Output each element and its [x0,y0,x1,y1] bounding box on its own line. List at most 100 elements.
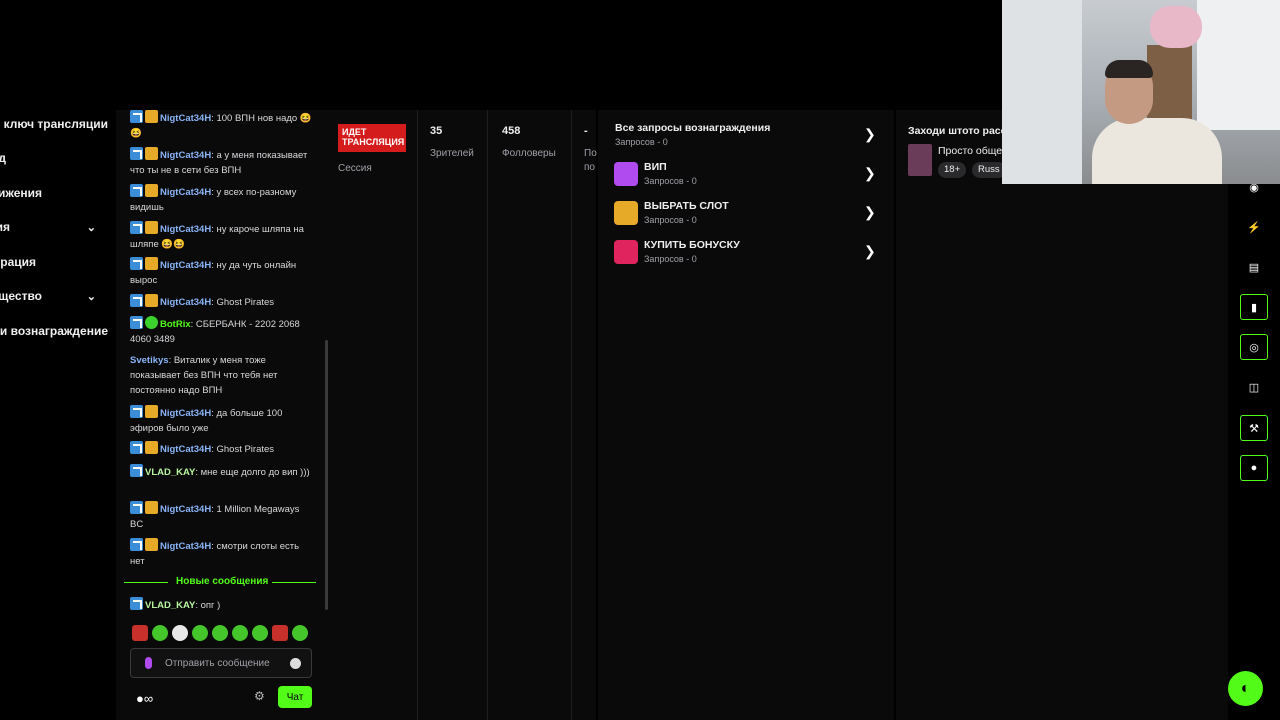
chat-input-box [130,648,312,678]
moderator-badge-icon [130,257,143,270]
right-tool-rail: ◉ ⚡ ▤ ▮ ◎ ◫ ⚒ ● [1230,110,1280,720]
chat-username[interactable]: BotRix [160,319,191,330]
chat-messages[interactable]: NigtCat34H: 100 ВПН нов надо 😆😆 NigtCat3… [116,110,326,610]
chat-username[interactable]: NigtCat34H [160,260,211,271]
stat-followers: 458 Фолловеры [488,110,572,720]
viewers-infinity: ∞ [143,691,154,706]
chat-bubble-icon[interactable]: ▮ [1240,294,1268,320]
chat-text: : опг ) [195,600,221,610]
chat-username[interactable]: NigtCat34H [160,187,211,198]
chat-username[interactable]: NigtCat34H [160,444,211,455]
document-icon[interactable]: ▤ [1240,254,1268,280]
category-thumbnail[interactable] [908,144,932,176]
chat-scrollbar[interactable] [325,340,328,610]
crown-badge-icon [145,257,158,270]
nav-item-1[interactable]: д [0,147,116,169]
chevron-right-icon: ❯ [864,165,876,181]
headset-icon: ◐ [1240,679,1251,697]
chevron-right-icon: ❯ [864,204,876,220]
emote-icon[interactable] [192,625,208,641]
tag-language[interactable]: Russ [972,162,1006,178]
users-icon[interactable]: ● [1240,455,1268,481]
chat-message-input[interactable] [165,655,285,671]
nav-item-3[interactable]: ия ⌄ [0,216,116,238]
session-label: Сессия [338,163,372,174]
moderator-badge-icon [130,501,143,514]
chat-footer: ●∞ ⚙ Чат [116,684,330,710]
broadcast-icon[interactable]: ◎ [1240,334,1268,360]
chat-message: NigtCat34H: смотри слоты есть нет [130,538,314,569]
chat-username[interactable]: NigtCat34H [160,224,211,235]
chat-send-button[interactable]: Чат [278,686,312,708]
chat-message: NigtCat34H: 100 ВПН нов надо 😆😆 [130,110,314,141]
chat-message: NigtCat34H: Ghost Pirates [130,294,314,310]
chevron-down-icon: ⌄ [86,290,96,303]
divider-line [272,582,316,583]
chat-message: NigtCat34H: у всех по-разному видишь [130,184,314,215]
chat-message: NigtCat34H: ну кароче шляпа на шляпе 😆😆 [130,221,314,252]
chevron-right-icon: ❯ [864,243,876,259]
microphone-icon[interactable] [145,657,152,669]
nav-item-moderation[interactable]: рация [0,251,116,273]
viewers-count: 35 [430,125,443,137]
chat-message: NigtCat34H: 1 Million Megaways BC [130,501,314,532]
chat-text: : мне еще долго до вип ))) [195,467,310,478]
gear-icon[interactable]: ⚙ [254,689,265,703]
stream-title: Заходи штото расс [908,125,1007,137]
emote-icon[interactable] [152,625,168,641]
emote-icon[interactable] [172,625,188,641]
chat-username[interactable]: Svetikys [130,355,169,366]
moderator-badge-icon [130,294,143,307]
users-icon[interactable]: ●∞ [136,691,153,706]
followers-label: Фолловеры [502,148,556,159]
chat-username[interactable]: NigtCat34H [160,504,211,515]
webcam-overlay [1002,0,1280,184]
support-chat-button[interactable]: ◐ [1228,671,1263,706]
chat-text: : Ghost Pirates [211,444,275,455]
emote-icon[interactable] [292,625,308,641]
nav-item-community[interactable]: щество ⌄ [0,285,116,307]
nav-item-label: ижения [0,186,42,200]
emote-icon[interactable] [212,625,228,641]
extra-value: - [584,125,588,137]
chat-username[interactable]: NigtCat34H [160,541,211,552]
lightning-icon[interactable]: ⚡ [1240,214,1268,240]
rewards-count: Запросов - 0 [615,137,668,147]
chat-username[interactable]: NigtCat34H [160,297,211,308]
phone-icon [614,162,638,186]
stream-category[interactable]: Просто обще [938,145,1002,157]
nav-item-stream-key[interactable]: ключ трансляции [0,113,116,135]
emote-icon[interactable] [252,625,268,641]
chat-message: Svetikys: Виталик у меня тоже показывает… [130,353,314,398]
viewers-label: Зрителей [430,148,474,159]
emoji-picker-icon[interactable] [290,658,301,669]
chat-username[interactable]: NigtCat34H [160,113,211,124]
chat-username[interactable]: NigtCat34H [160,408,211,419]
nav-item-rewards[interactable]: и вознаграждение [0,320,116,342]
stream-stats-panel: ИДЕТ ТРАНСЛЯЦИЯ Сессия 35 Зрителей 458 Ф… [330,110,597,720]
chat-message: NigtCat34H: ну да чуть онлайн вырос [130,257,314,288]
chat-username[interactable]: VLAD_KAY [145,467,195,478]
wrench-icon[interactable]: ⚒ [1240,415,1268,441]
webcam-background [1197,0,1280,130]
chevron-down-icon: ⌄ [86,221,96,234]
chat-username[interactable]: VLAD_KAY [145,600,195,610]
webcam-person [1092,118,1222,184]
chat-message: VLAD_KAY: опг ) [130,597,314,610]
nav-item-label: и вознаграждение [0,324,108,338]
emote-icon[interactable] [272,625,288,641]
moderator-badge-icon [130,597,143,610]
new-messages-divider: Новые сообщения [124,576,316,590]
emote-bar [132,625,316,643]
nav-item-label: ключ трансляции [3,117,108,131]
monitor-icon[interactable]: ◫ [1240,374,1268,400]
nav-item-label: щество [0,289,42,303]
phone-icon [614,240,638,264]
chat-username[interactable]: NigtCat34H [160,150,211,161]
emote-icon[interactable] [232,625,248,641]
nav-item-2[interactable]: ижения [0,182,116,204]
left-navigation: ключ трансляции д ижения ия ⌄ рация ществ… [0,110,116,720]
chat-message: NigtCat34H: а у меня показывает что ты н… [130,147,314,178]
tag-age[interactable]: 18+ [938,162,967,178]
emote-icon[interactable] [132,625,148,641]
